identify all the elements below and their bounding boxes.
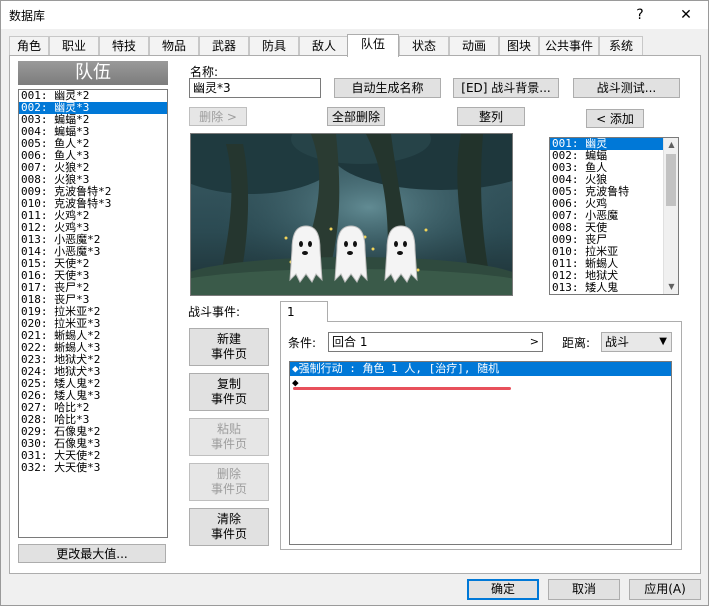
delete-event-page-button[interactable]: 删除 事件页 <box>189 463 269 501</box>
span-label: 距离: <box>562 336 591 350</box>
tab-items[interactable]: 物品 <box>149 36 199 56</box>
clear-page-label-1: 清除 <box>216 512 241 526</box>
copy-page-label-1: 复制 <box>216 377 241 391</box>
remove-member-button[interactable]: 删除 > <box>189 107 247 126</box>
help-button[interactable]: ? <box>620 3 660 27</box>
tab-troops[interactable]: 队伍 <box>347 34 399 57</box>
tab-system[interactable]: 系统 <box>599 36 643 56</box>
scroll-up-icon[interactable]: ▲ <box>664 138 678 152</box>
scroll-down-icon[interactable]: ▼ <box>664 280 678 294</box>
troop-list-item[interactable]: 032: 大天使*3 <box>19 462 167 474</box>
battle-event-label: 战斗事件: <box>188 305 241 319</box>
cancel-button[interactable]: 取消 <box>548 579 620 600</box>
delete-page-label-2: 事件页 <box>210 482 247 496</box>
new-page-label-1: 新建 <box>216 332 241 346</box>
paste-page-label-2: 事件页 <box>210 437 247 451</box>
span-value: 战斗 <box>605 335 630 349</box>
tab-classes[interactable]: 职业 <box>49 36 99 56</box>
tab-animations[interactable]: 动画 <box>449 36 499 56</box>
name-field[interactable]: 幽灵*3 <box>189 78 321 98</box>
tab-skills[interactable]: 特技 <box>99 36 149 56</box>
span-select[interactable]: 战斗 ▼ <box>601 332 672 352</box>
apply-button[interactable]: 应用(A) <box>629 579 701 600</box>
copy-page-label-2: 事件页 <box>210 392 247 406</box>
clear-page-label-2: 事件页 <box>210 527 247 541</box>
scroll-thumb[interactable] <box>666 154 676 206</box>
tab-states[interactable]: 状态 <box>399 36 449 56</box>
condition-label: 条件: <box>288 336 317 350</box>
paste-event-page-button[interactable]: 粘贴 事件页 <box>189 418 269 456</box>
troops-header: 队伍 <box>18 61 168 85</box>
tab-actors[interactable]: 角色 <box>9 36 49 56</box>
tab-armors[interactable]: 防具 <box>249 36 299 56</box>
tab-tilesets[interactable]: 图块 <box>499 36 539 56</box>
tab-enemies[interactable]: 敌人 <box>299 36 349 56</box>
battle-test-button[interactable]: 战斗测试... <box>573 78 680 98</box>
delete-page-label-1: 删除 <box>216 467 241 481</box>
auto-name-button[interactable]: 自动生成名称 <box>334 78 441 98</box>
arrange-button[interactable]: 整列 <box>457 107 525 126</box>
copy-event-page-button[interactable]: 复制 事件页 <box>189 373 269 411</box>
close-button[interactable]: ✕ <box>666 3 706 27</box>
ghost-sprite-1 <box>289 225 323 283</box>
new-event-page-button[interactable]: 新建 事件页 <box>189 328 269 366</box>
clear-event-page-button[interactable]: 清除 事件页 <box>189 508 269 546</box>
title-bar: 数据库 ? ✕ <box>1 1 708 29</box>
remove-all-button[interactable]: 全部删除 <box>327 107 385 126</box>
annotation-underline <box>293 387 511 390</box>
enemy-list[interactable]: 001: 幽灵 002: 蝙蝠 003: 鱼人 004: 火狼 005: 克波鲁特 006… <box>549 137 679 295</box>
window-title: 数据库 <box>9 9 46 23</box>
ghost-sprite-2 <box>334 225 368 283</box>
ghost-sprite-3 <box>384 225 418 283</box>
add-member-button[interactable]: < 添加 <box>586 109 644 128</box>
chevron-down-icon: ▼ <box>659 336 667 347</box>
paste-page-label-1: 粘贴 <box>216 422 241 436</box>
new-page-label-2: 事件页 <box>210 347 247 361</box>
tab-weapons[interactable]: 武器 <box>199 36 249 56</box>
battle-background-button[interactable]: [ED] 战斗背景... <box>453 78 559 98</box>
enemy-list-scrollbar[interactable]: ▲ ▼ <box>663 138 678 294</box>
troop-list[interactable]: 001: 幽灵*2 002: 幽灵*3 003: 蝙蝠*2 004: 蝙蝠*3 005:… <box>18 89 168 538</box>
troop-preview[interactable] <box>190 133 513 296</box>
tab-common-events[interactable]: 公共事件 <box>539 36 599 56</box>
database-window: 数据库 ? ✕ 角色 职业 特技 物品 武器 防具 敌人 队伍 状态 动画 图块… <box>0 0 709 606</box>
event-page-tab-1[interactable]: 1 <box>280 301 328 322</box>
change-max-button[interactable]: 更改最大值... <box>18 544 166 563</box>
enemy-list-item[interactable]: 013: 矮人鬼 <box>550 282 663 294</box>
condition-field[interactable]: 回合 1 > <box>328 332 543 352</box>
condition-value: 回合 1 <box>332 335 368 349</box>
chevron-right-icon[interactable]: > <box>530 333 539 351</box>
ok-button[interactable]: 确定 <box>467 579 539 600</box>
event-command-row[interactable]: ◆强制行动 : 角色 1 人, [治疗], 随机 <box>290 362 671 376</box>
